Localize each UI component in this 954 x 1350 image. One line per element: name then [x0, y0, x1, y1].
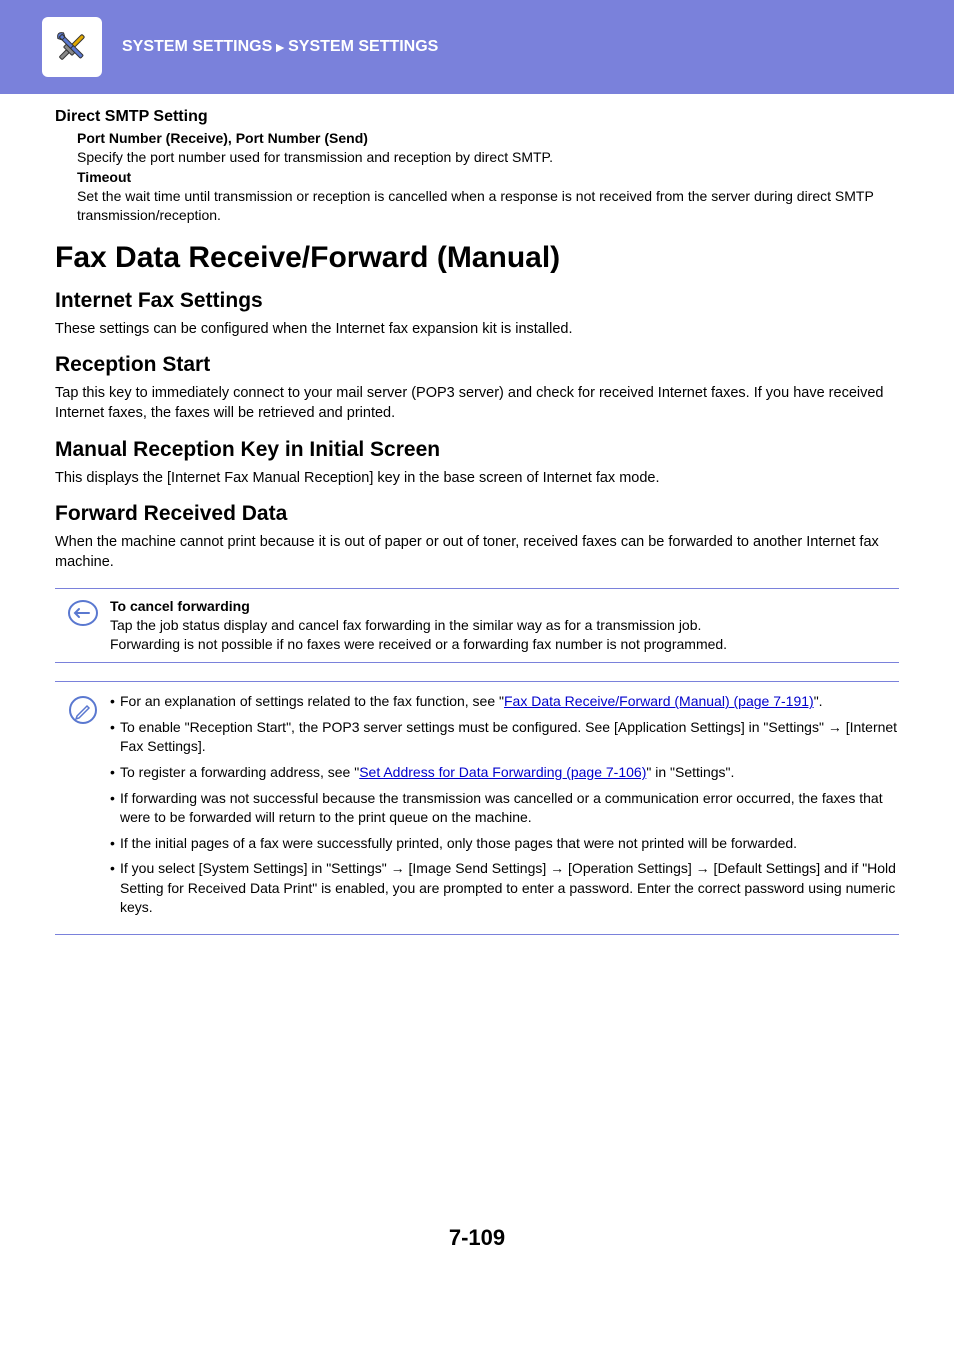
- page-content: Direct SMTP Setting Port Number (Receive…: [0, 94, 954, 935]
- subheading-port: Port Number (Receive), Port Number (Send…: [77, 130, 899, 146]
- tools-icon: [42, 17, 102, 77]
- cancel-note: To cancel forwarding Tap the job status …: [55, 588, 899, 663]
- cancel-note-line2: Forwarding is not possible if no faxes w…: [110, 635, 899, 654]
- breadcrumb: SYSTEM SETTINGS ► SYSTEM SETTINGS: [122, 38, 438, 56]
- body-forward: When the machine cannot print because it…: [55, 532, 899, 573]
- cancel-note-line1: Tap the job status display and cancel fa…: [110, 616, 899, 635]
- section-heading-manualkey: Manual Reception Key in Initial Screen: [55, 438, 899, 462]
- breadcrumb-part-2: SYSTEM SETTINGS: [288, 38, 438, 56]
- page-number: 7-109: [0, 1225, 954, 1281]
- back-hand-icon: [67, 599, 99, 627]
- info-item-3: To register a forwarding address, see "S…: [110, 763, 899, 783]
- info-list: For an explanation of settings related t…: [110, 692, 899, 918]
- section-heading-reception: Reception Start: [55, 353, 899, 377]
- section-heading-ifax: Internet Fax Settings: [55, 289, 899, 313]
- header-bar: SYSTEM SETTINGS ► SYSTEM SETTINGS: [0, 0, 954, 94]
- info-item-1: For an explanation of settings related t…: [110, 692, 899, 712]
- subheading-timeout: Timeout: [77, 169, 899, 185]
- info-item-6: If you select [System Settings] in "Sett…: [110, 859, 899, 918]
- cancel-note-title: To cancel forwarding: [110, 597, 899, 616]
- pencil-circle-icon: [67, 694, 99, 726]
- body-port: Specify the port number used for transmi…: [77, 148, 899, 167]
- section-heading-smtp: Direct SMTP Setting: [55, 108, 899, 126]
- body-manualkey: This displays the [Internet Fax Manual R…: [55, 468, 899, 488]
- body-reception: Tap this key to immediately connect to y…: [55, 383, 899, 424]
- breadcrumb-part-1: SYSTEM SETTINGS: [122, 38, 272, 56]
- body-timeout: Set the wait time until transmission or …: [77, 187, 899, 225]
- page-title: Fax Data Receive/Forward (Manual): [55, 241, 899, 275]
- link-fax-data[interactable]: Fax Data Receive/Forward (Manual) (page …: [504, 693, 814, 709]
- info-item-5: If the initial pages of a fax were succe…: [110, 834, 899, 854]
- section-heading-forward: Forward Received Data: [55, 502, 899, 526]
- chevron-right-icon: ►: [273, 39, 287, 55]
- info-item-2: To enable "Reception Start", the POP3 se…: [110, 718, 899, 757]
- info-note: For an explanation of settings related t…: [55, 681, 899, 935]
- link-set-address[interactable]: Set Address for Data Forwarding (page 7-…: [359, 764, 646, 780]
- body-ifax: These settings can be configured when th…: [55, 319, 899, 339]
- info-item-4: If forwarding was not successful because…: [110, 789, 899, 828]
